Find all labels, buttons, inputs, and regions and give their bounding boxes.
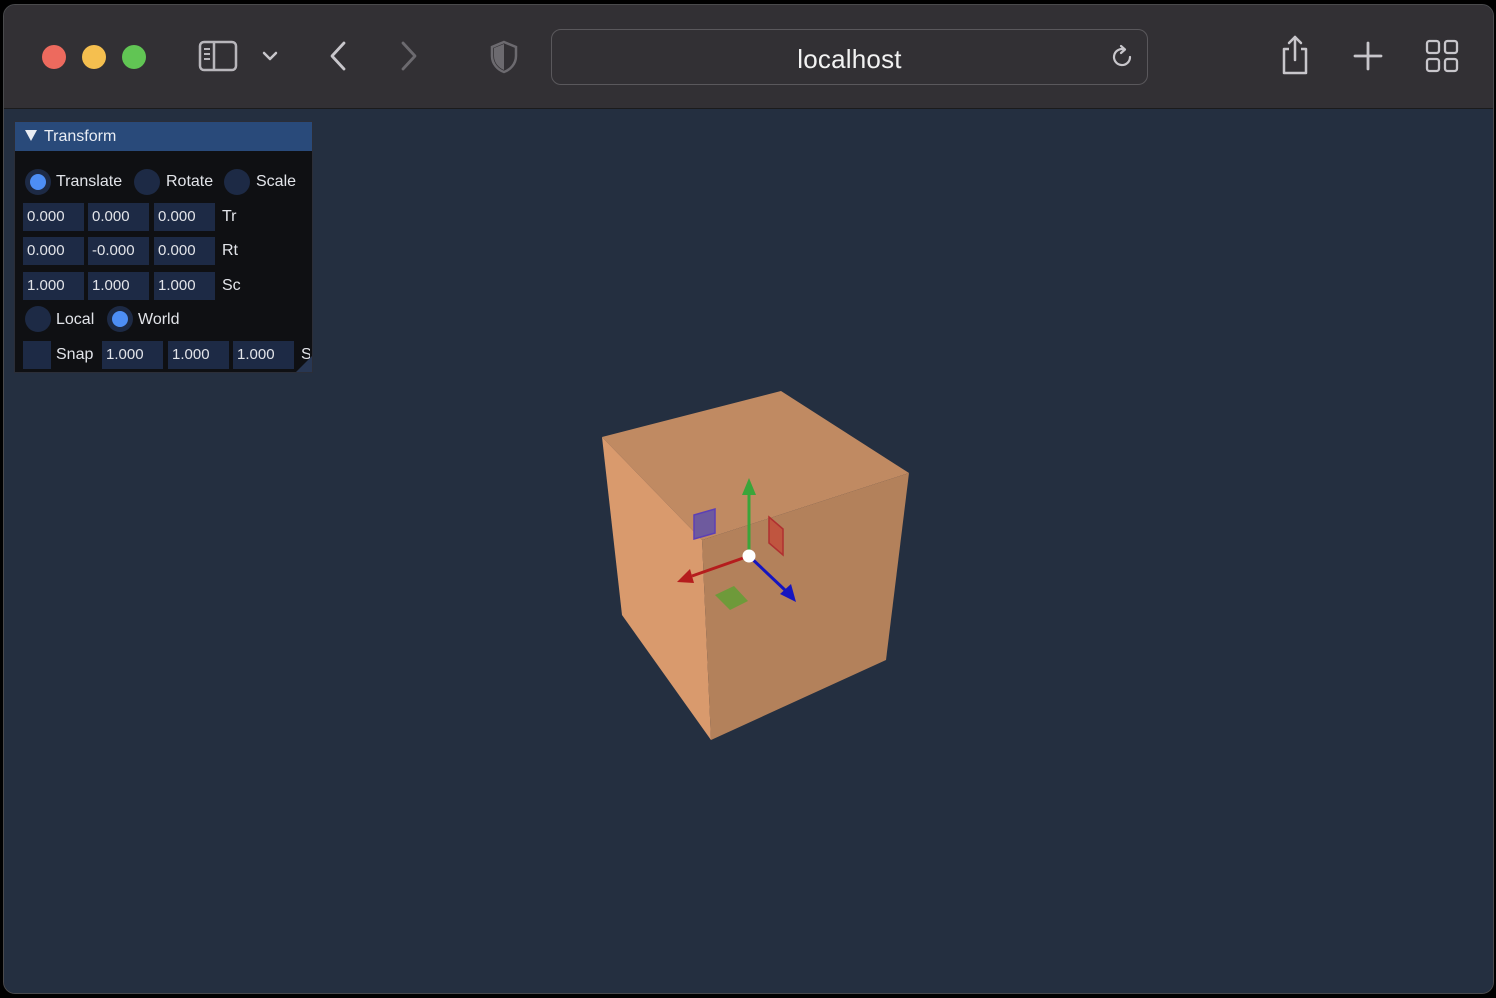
browser-toolbar: localhost [4, 5, 1493, 109]
privacy-shield-icon[interactable] [488, 39, 520, 75]
maximize-window-button[interactable] [122, 45, 146, 69]
radio-world[interactable] [107, 306, 133, 332]
share-icon[interactable] [1278, 33, 1312, 77]
tab-overview-icon[interactable] [1425, 39, 1459, 73]
webgl-viewport[interactable]: Transform Translate Rotate Scale 0.000 0… [4, 110, 1493, 993]
sidebar-toggle-icon[interactable] [197, 39, 239, 73]
collapse-triangle-icon[interactable] [24, 129, 38, 147]
rotate-x-input[interactable]: 0.000 [23, 237, 84, 265]
scale-z-input[interactable]: 1.000 [154, 272, 215, 300]
panel-title: Transform [44, 128, 117, 145]
radio-scale[interactable] [224, 169, 250, 195]
forward-icon[interactable] [397, 39, 421, 73]
close-window-button[interactable] [42, 45, 66, 69]
translate-x-input[interactable]: 0.000 [23, 203, 84, 231]
gizmo-origin-handle [742, 549, 756, 563]
address-bar[interactable]: localhost [551, 29, 1148, 85]
radio-rotate[interactable] [134, 169, 160, 195]
translate-y-input[interactable]: 0.000 [88, 203, 149, 231]
panel-resize-grip[interactable] [296, 356, 312, 372]
transform-panel: Transform Translate Rotate Scale 0.000 0… [14, 121, 313, 373]
panel-titlebar[interactable]: Transform [15, 122, 312, 151]
new-tab-icon[interactable] [1353, 41, 1383, 71]
radio-local[interactable] [25, 306, 51, 332]
minimize-window-button[interactable] [82, 45, 106, 69]
rotate-row-label: Rt [222, 242, 238, 259]
back-icon[interactable] [326, 39, 350, 73]
snap-y-input[interactable]: 1.000 [168, 341, 229, 369]
chevron-down-icon[interactable] [260, 45, 280, 67]
snap-x-input[interactable]: 1.000 [102, 341, 163, 369]
translate-z-input[interactable]: 0.000 [154, 203, 215, 231]
radio-scale-label: Scale [256, 173, 297, 190]
radio-translate-label: Translate [56, 173, 123, 190]
browser-window: localhost Transform Translate Rotate Sca… [3, 4, 1494, 994]
snap-label: Snap [56, 346, 94, 363]
reload-icon[interactable] [1109, 44, 1135, 75]
translate-row-label: Tr [222, 208, 237, 225]
scale-row-label: Sc [222, 277, 241, 294]
rotate-y-input[interactable]: -0.000 [88, 237, 149, 265]
snap-z-input[interactable]: 1.000 [233, 341, 294, 369]
gizmo-xy-plane [693, 508, 716, 540]
snap-checkbox[interactable] [23, 341, 51, 369]
radio-rotate-label: Rotate [166, 173, 214, 190]
radio-world-label: World [138, 311, 180, 328]
radio-local-label: Local [56, 311, 95, 328]
url-text: localhost [797, 44, 902, 74]
radio-translate[interactable] [25, 169, 51, 195]
rotate-z-input[interactable]: 0.000 [154, 237, 215, 265]
scale-y-input[interactable]: 1.000 [88, 272, 149, 300]
scale-x-input[interactable]: 1.000 [23, 272, 84, 300]
